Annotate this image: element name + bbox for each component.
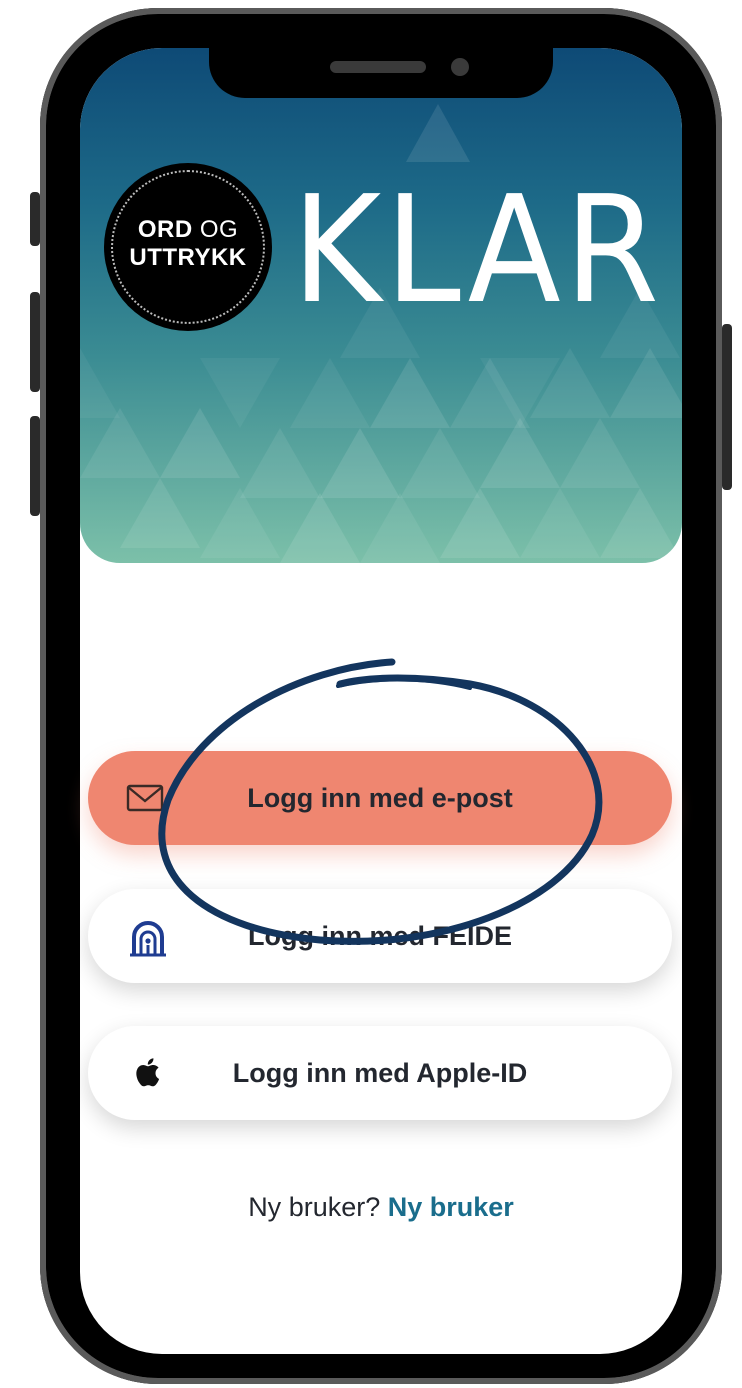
- login-apple-button[interactable]: Logg inn med Apple-ID: [88, 1026, 672, 1120]
- volume-down-button: [30, 416, 40, 516]
- app-screen: ORD OG UTTRYKK KLAR: [80, 48, 682, 1354]
- brand-title: KLAR: [292, 164, 663, 336]
- speaker-grille: [330, 61, 426, 73]
- login-apple-label: Logg inn med Apple-ID: [232, 1057, 528, 1088]
- feide-icon: [130, 921, 166, 957]
- apple-logo-icon: [136, 1058, 160, 1087]
- logo-line-1: ORD OG: [137, 216, 239, 243]
- signup-row: Ny bruker? Ny bruker: [80, 1192, 682, 1223]
- login-feide-label: Logg inn med FEIDE: [248, 920, 512, 951]
- device-mockup: ORD OG UTTRYKK KLAR Logg inn med e-post …: [0, 0, 742, 1388]
- logo-line-2: UTTRYKK: [129, 244, 247, 271]
- ord-og-uttrykk-logo: ORD OG UTTRYKK: [104, 163, 272, 331]
- power-button: [722, 324, 732, 490]
- login-email-label: Logg inn med e-post: [247, 782, 513, 813]
- volume-up-button: [30, 292, 40, 392]
- front-camera: [451, 58, 469, 76]
- login-feide-button[interactable]: Logg inn med FEIDE: [88, 889, 672, 983]
- signup-link[interactable]: Ny bruker: [388, 1192, 514, 1222]
- signup-prompt: Ny bruker?: [248, 1192, 381, 1222]
- login-email-button[interactable]: Logg inn med e-post: [88, 751, 672, 845]
- envelope-icon: [126, 784, 164, 812]
- mute-switch: [30, 192, 40, 246]
- app-header: ORD OG UTTRYKK KLAR: [80, 48, 682, 563]
